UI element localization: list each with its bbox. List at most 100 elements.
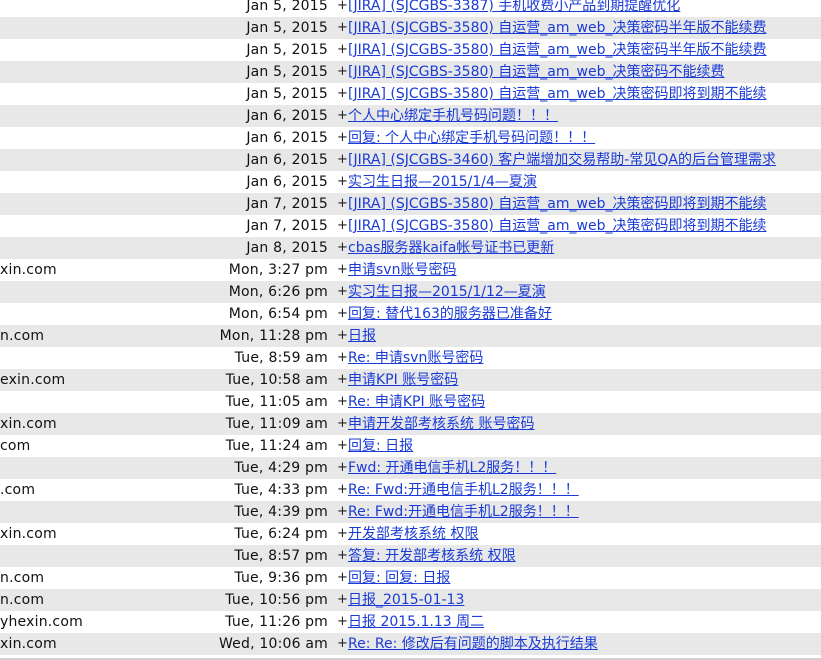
message-subject-link[interactable]: [JIRA] (SJCGBS-3580) 自运营_am_web_决策密码即将到期…: [348, 215, 821, 237]
message-subject-link[interactable]: 实习生日报—2015/1/12—夏演: [348, 281, 821, 303]
message-row[interactable]: Tue, 4:29 pm + Fwd: 开通电信手机L2服务！！！: [0, 457, 821, 479]
message-row[interactable]: Jan 5, 2015 + [JIRA] (SJCGBS-3580) 自运营_am_…: [0, 83, 821, 105]
message-row[interactable]: n.com Tue, 9:36 pm + 回复: 回复: 日报: [0, 567, 821, 589]
message-sender: n.com: [0, 328, 45, 344]
message-subject-link[interactable]: 回复: 日报: [348, 435, 821, 457]
add-marker-icon: +: [337, 482, 348, 497]
message-row[interactable]: Jan 7, 2015 + [JIRA] (SJCGBS-3580) 自运营_am_…: [0, 193, 821, 215]
message-sender: n.com: [0, 592, 45, 608]
message-row[interactable]: Jan 5, 2015 + [JIRA] (SJCGBS-3580) 自运营_am_…: [0, 61, 821, 83]
message-date: Jan 5, 2015: [246, 64, 328, 80]
message-subject-link[interactable]: Re: Re: 修改后有问题的脚本及执行结果: [348, 633, 821, 655]
add-marker-icon: +: [337, 130, 348, 145]
message-row[interactable]: Jan 5, 2015 + [JIRA] (SJCGBS-3580) 自运营_am_…: [0, 17, 821, 39]
message-subject-link[interactable]: [JIRA] (SJCGBS-3580) 自运营_am_web_决策密码半年版不…: [348, 17, 821, 39]
message-row[interactable]: yhexin.com Tue, 11:26 pm + 日报 2015.1.13 周二: [0, 611, 821, 633]
message-subject-link[interactable]: Fwd: 开通电信手机L2服务！！！: [348, 457, 821, 479]
message-date: Tue, 10:58 am: [225, 372, 328, 388]
message-subject-link[interactable]: 申请KPI 账号密码: [348, 369, 821, 391]
message-subject-link[interactable]: 回复: 替代163的服务器已准备好: [348, 303, 821, 325]
message-subject-link[interactable]: cbas服务器kaifa帐号证书已更新: [348, 237, 821, 259]
add-marker-icon: +: [337, 592, 348, 607]
add-marker-icon: +: [337, 526, 348, 541]
message-row[interactable]: Tue, 8:59 am + Re: 申请svn账号密码: [0, 347, 821, 369]
message-date: Jan 6, 2015: [246, 108, 328, 124]
message-rows: Jan 5, 2015 + [JIRA] (SJCGBS-3387) 手机收费小产品…: [0, 0, 821, 655]
message-row[interactable]: Jan 6, 2015 + [JIRA] (SJCGBS-3460) 客户端增加交易…: [0, 149, 821, 171]
message-subject-link[interactable]: 回复: 个人中心绑定手机号码问题！！！: [348, 127, 821, 149]
add-marker-icon: +: [337, 240, 348, 255]
message-subject-link[interactable]: 实习生日报—2015/1/4—夏演: [348, 171, 821, 193]
message-date: Tue, 4:39 pm: [234, 504, 328, 520]
message-row[interactable]: com Tue, 11:24 am + 回复: 日报: [0, 435, 821, 457]
message-row[interactable]: xin.com Mon, 3:27 pm + 申请svn账号密码: [0, 259, 821, 281]
message-sender: xin.com: [0, 526, 57, 542]
message-date: Tue, 8:59 am: [234, 350, 328, 366]
message-subject-link[interactable]: 开发部考核系统 权限: [348, 523, 821, 545]
message-sender: yhexin.com: [0, 614, 83, 630]
message-subject-link[interactable]: 回复: 回复: 日报: [348, 567, 821, 589]
message-date: Tue, 9:36 pm: [234, 570, 328, 586]
message-row[interactable]: Tue, 11:05 am + Re: 申请KPI 账号密码: [0, 391, 821, 413]
message-row[interactable]: exin.com Tue, 10:58 am + 申请KPI 账号密码: [0, 369, 821, 391]
message-subject-link[interactable]: 申请svn账号密码: [348, 259, 821, 281]
message-date: Jan 6, 2015: [246, 174, 328, 190]
message-date: Wed, 10:06 am: [218, 636, 328, 652]
message-subject-link[interactable]: 日报: [348, 325, 821, 347]
message-sender: com: [0, 438, 31, 454]
message-date: Tue, 11:24 am: [225, 438, 328, 454]
message-row[interactable]: xin.com Tue, 6:24 pm + 开发部考核系统 权限: [0, 523, 821, 545]
message-date: Tue, 6:24 pm: [234, 526, 328, 542]
message-row[interactable]: Jan 7, 2015 + [JIRA] (SJCGBS-3580) 自运营_am_…: [0, 215, 821, 237]
message-row[interactable]: Mon, 6:26 pm + 实习生日报—2015/1/12—夏演: [0, 281, 821, 303]
message-date: Tue, 4:29 pm: [234, 460, 328, 476]
message-subject-link[interactable]: [JIRA] (SJCGBS-3580) 自运营_am_web_决策密码不能续费: [348, 61, 821, 83]
message-row[interactable]: xin.com Wed, 10:06 am + Re: Re: 修改后有问题的脚本及执…: [0, 633, 821, 655]
message-date: Mon, 3:27 pm: [228, 262, 328, 278]
message-row[interactable]: Jan 8, 2015 + cbas服务器kaifa帐号证书已更新: [0, 237, 821, 259]
message-subject-link[interactable]: 答复: 开发部考核系统 权限: [348, 545, 821, 567]
message-subject-link[interactable]: Re: Fwd:开通电信手机L2服务！！！: [348, 479, 821, 501]
message-date: Mon, 11:28 pm: [219, 328, 328, 344]
add-marker-icon: +: [337, 504, 348, 519]
message-subject-link[interactable]: 申请开发部考核系统 账号密码: [348, 413, 821, 435]
message-row[interactable]: Jan 5, 2015 + [JIRA] (SJCGBS-3580) 自运营_am_…: [0, 39, 821, 61]
message-sender: .com: [0, 482, 36, 498]
message-date: Tue, 8:57 pm: [234, 548, 328, 564]
message-subject-link[interactable]: [JIRA] (SJCGBS-3460) 客户端增加交易帮助-常见QA的后台管理…: [348, 149, 821, 171]
message-subject-link[interactable]: 个人中心绑定手机号码问题！！！: [348, 105, 821, 127]
message-subject-link[interactable]: Re: 申请KPI 账号密码: [348, 391, 821, 413]
message-row[interactable]: xin.com Tue, 11:09 am + 申请开发部考核系统 账号密码: [0, 413, 821, 435]
message-row[interactable]: n.com Mon, 11:28 pm + 日报: [0, 325, 821, 347]
message-subject-link[interactable]: [JIRA] (SJCGBS-3580) 自运营_am_web_决策密码即将到期…: [348, 83, 821, 105]
message-row[interactable]: n.com Tue, 10:56 pm + 日报_2015-01-13: [0, 589, 821, 611]
add-marker-icon: +: [337, 42, 348, 57]
message-sender: xin.com: [0, 416, 57, 432]
add-marker-icon: +: [337, 614, 348, 629]
message-subject-link[interactable]: 日报_2015-01-13: [348, 589, 821, 611]
message-row[interactable]: Jan 6, 2015 + 实习生日报—2015/1/4—夏演: [0, 171, 821, 193]
message-row[interactable]: Jan 5, 2015 + [JIRA] (SJCGBS-3387) 手机收费小产品…: [0, 0, 821, 17]
add-marker-icon: +: [337, 636, 348, 651]
message-date: Tue, 11:05 am: [225, 394, 328, 410]
message-row[interactable]: Tue, 4:39 pm + Re: Fwd:开通电信手机L2服务！！！: [0, 501, 821, 523]
message-row[interactable]: Tue, 8:57 pm + 答复: 开发部考核系统 权限: [0, 545, 821, 567]
message-subject-link[interactable]: Re: 申请svn账号密码: [348, 347, 821, 369]
add-marker-icon: +: [337, 460, 348, 475]
message-subject-link[interactable]: [JIRA] (SJCGBS-3580) 自运营_am_web_决策密码即将到期…: [348, 193, 821, 215]
message-sender: n.com: [0, 570, 45, 586]
message-subject-link[interactable]: [JIRA] (SJCGBS-3387) 手机收费小产品到期提醒优化: [348, 0, 821, 17]
message-subject-link[interactable]: Re: Fwd:开通电信手机L2服务！！！: [348, 501, 821, 523]
add-marker-icon: +: [337, 0, 348, 13]
message-row[interactable]: Jan 6, 2015 + 回复: 个人中心绑定手机号码问题！！！: [0, 127, 821, 149]
add-marker-icon: +: [337, 328, 348, 343]
message-row[interactable]: Jan 6, 2015 + 个人中心绑定手机号码问题！！！: [0, 105, 821, 127]
add-marker-icon: +: [337, 394, 348, 409]
message-date: Mon, 6:54 pm: [228, 306, 328, 322]
message-row[interactable]: Mon, 6:54 pm + 回复: 替代163的服务器已准备好: [0, 303, 821, 325]
message-row[interactable]: .com Tue, 4:33 pm + Re: Fwd:开通电信手机L2服务！！！: [0, 479, 821, 501]
add-marker-icon: +: [337, 372, 348, 387]
message-subject-link[interactable]: 日报 2015.1.13 周二: [348, 611, 821, 633]
message-subject-link[interactable]: [JIRA] (SJCGBS-3580) 自运营_am_web_决策密码半年版不…: [348, 39, 821, 61]
message-sender: xin.com: [0, 262, 57, 278]
